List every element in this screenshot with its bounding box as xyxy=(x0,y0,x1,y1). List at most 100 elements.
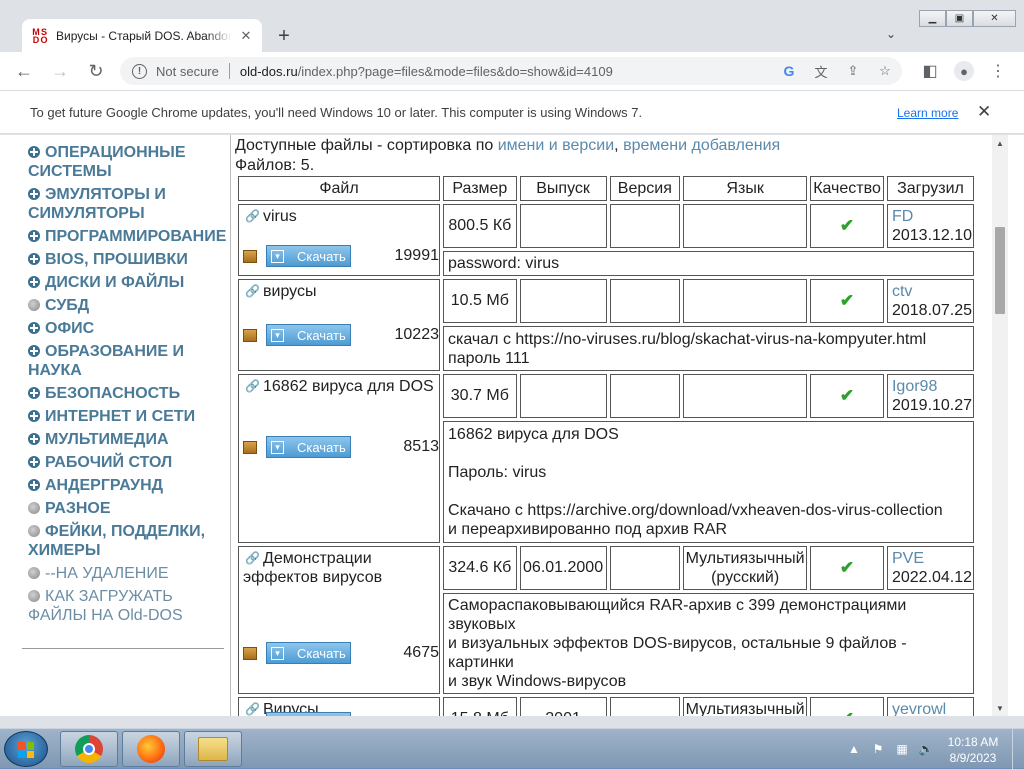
download-button[interactable]: ▾Скачать xyxy=(266,436,351,458)
sort-by-date-link[interactable]: времени добавления xyxy=(623,137,780,154)
learn-more-link[interactable]: Learn more xyxy=(897,106,958,120)
close-tab-icon[interactable]: ✕ xyxy=(238,28,254,44)
sidebar-item[interactable]: КАК ЗАГРУЖАТЬ ФАЙЛЫ НА Old-DOS xyxy=(28,587,228,625)
share-icon[interactable]: ⇪ xyxy=(844,62,862,80)
network-icon[interactable]: ▦ xyxy=(894,741,910,757)
sidebar-item[interactable]: ЭМУЛЯТОРЫ И СИМУЛЯТОРЫ xyxy=(28,185,228,223)
back-button[interactable]: ← xyxy=(12,59,36,83)
file-name[interactable]: 16862 вируса для DOS xyxy=(263,378,434,395)
size-cell: 10.5 Мб xyxy=(443,279,517,323)
description-cell: password: virus xyxy=(443,251,974,276)
profile-button[interactable]: ● xyxy=(952,59,976,83)
update-infobar: To get future Google Chrome updates, you… xyxy=(0,90,1024,134)
translate-icon[interactable]: 文 xyxy=(812,62,830,80)
link-icon: 🔗 xyxy=(245,551,260,565)
new-tab-button[interactable]: + xyxy=(273,25,295,47)
description-line: скачал с https://no-viruses.ru/blog/skac… xyxy=(448,330,927,348)
sidebar-item[interactable]: --НА УДАЛЕНИЕ xyxy=(28,564,228,583)
size-cell: 800.5 Кб xyxy=(443,204,517,248)
reload-button[interactable]: ↻ xyxy=(84,59,108,83)
upload-date: 2019.10.27 xyxy=(891,397,973,414)
start-button[interactable] xyxy=(4,731,48,767)
system-clock[interactable]: 10:18 AM 8/9/2023 xyxy=(940,734,1006,766)
download-button[interactable]: ▾Скачать xyxy=(266,642,351,664)
version-cell xyxy=(609,374,681,418)
uploader-cell: PVE 2022.04.12 xyxy=(886,546,974,590)
checkmark-icon: ✔ xyxy=(839,558,855,577)
uploader-link[interactable]: FD xyxy=(892,207,973,226)
action-center-icon[interactable]: ⚑ xyxy=(870,741,886,757)
toolbar-right: ◧ ● ⋮ xyxy=(918,59,1010,83)
sort-by-name-link[interactable]: имени и версии xyxy=(498,137,614,154)
minimize-button[interactable]: ▁ xyxy=(919,10,946,27)
sidebar-item[interactable]: ОФИС xyxy=(28,319,228,338)
folder-icon xyxy=(198,737,228,761)
download-button[interactable]: ▾Скачать xyxy=(266,245,351,267)
uploader-link[interactable]: yevrowl xyxy=(892,700,973,716)
size-cell: 30.7 Мб xyxy=(443,374,517,418)
quality-cell: ✔ xyxy=(810,697,884,716)
scroll-up-icon[interactable]: ▲ xyxy=(992,135,1008,151)
sidebar-item[interactable]: ДИСКИ И ФАЙЛЫ xyxy=(28,273,228,292)
sidebar-item[interactable]: BIOS, прошивки xyxy=(28,250,228,269)
sidebar-item[interactable]: БЕЗОПАСНОСТЬ xyxy=(28,384,228,403)
show-desktop-button[interactable] xyxy=(1012,729,1024,769)
release-cell xyxy=(519,279,607,323)
uploader-cell: FD 2013.12.10 xyxy=(886,204,974,248)
download-button[interactable]: ▾Скачать xyxy=(266,324,351,346)
bullet-dot-icon xyxy=(28,567,40,579)
sidebar-item[interactable]: ИНТЕРНЕТ И СЕТИ xyxy=(28,407,228,426)
menu-kebab-icon[interactable]: ⋮ xyxy=(986,59,1010,83)
file-name[interactable]: вирусы xyxy=(263,283,316,300)
uploader-link[interactable]: PVE xyxy=(892,549,973,568)
download-icon: ▾ xyxy=(271,249,284,263)
uploader-link[interactable]: ctv xyxy=(892,282,973,301)
description-line: и переархивированно под архив RAR xyxy=(448,521,728,538)
bookmark-star-icon[interactable]: ☆ xyxy=(876,62,894,80)
expand-plus-icon xyxy=(28,230,40,242)
side-panel-icon[interactable]: ◧ xyxy=(918,59,942,83)
download-icon: ▾ xyxy=(271,328,284,342)
close-infobar-icon[interactable]: ✕ xyxy=(977,102,991,122)
download-button[interactable]: ▾Скачать xyxy=(266,712,351,716)
address-bar[interactable]: ! Not secure old-dos.ru/index.php?page=f… xyxy=(120,57,902,85)
maximize-button[interactable]: ▣ xyxy=(946,10,973,27)
sidebar-item[interactable]: СУБД xyxy=(28,296,228,315)
sidebar-item[interactable]: ОПЕРАЦИОННЫЕ СИСТЕМЫ xyxy=(28,143,228,181)
browser-tab[interactable]: MSDO Вирусы - Старый DOS. Abandonware ✕ xyxy=(22,19,262,52)
sidebar-item[interactable]: МУЛЬТИМЕДИА xyxy=(28,430,228,449)
sidebar-item[interactable]: АНДЕРГРАУНД xyxy=(28,476,228,495)
description-line: пароль 111 xyxy=(448,349,530,367)
google-lens-icon[interactable]: G xyxy=(780,62,798,80)
file-name[interactable]: Демонстрации эффектов вирусов xyxy=(243,550,382,586)
volume-icon[interactable]: 🔈 xyxy=(918,741,934,757)
sidebar-item[interactable]: ПРОГРАММИРОВАНИЕ xyxy=(28,227,228,246)
not-secure-label[interactable]: Not secure xyxy=(156,64,219,79)
sidebar-item[interactable]: ОБРАЗОВАНИЕ И НАУКА xyxy=(28,342,228,380)
file-name[interactable]: virus xyxy=(263,208,297,225)
download-icon: ▾ xyxy=(271,646,284,660)
download-count: 8513 xyxy=(403,438,439,455)
url-text[interactable]: old-dos.ru/index.php?page=files&mode=fil… xyxy=(240,64,613,79)
warning-icon[interactable]: ! xyxy=(132,63,147,79)
uploader-link[interactable]: Igor98 xyxy=(892,377,973,396)
tab-search-icon[interactable]: ⌄ xyxy=(886,27,902,43)
link-icon: 🔗 xyxy=(245,379,260,393)
forward-button[interactable]: → xyxy=(48,59,72,83)
taskbar-chrome[interactable] xyxy=(60,731,118,767)
version-cell xyxy=(609,546,681,590)
scroll-thumb[interactable] xyxy=(995,227,1005,314)
taskbar-explorer[interactable] xyxy=(184,731,242,767)
description-line: Скачано с https://archive.org/download/v… xyxy=(448,502,943,519)
title-bar: MSDO Вирусы - Старый DOS. Abandonware ✕ … xyxy=(0,0,1024,52)
close-window-button[interactable]: ✕ xyxy=(973,10,1016,27)
tray-expand-icon[interactable]: ▲ xyxy=(846,741,862,757)
sidebar-item[interactable]: РАЗНОЕ xyxy=(28,499,228,518)
taskbar-firefox[interactable] xyxy=(122,731,180,767)
category-list: ОПЕРАЦИОННЫЕ СИСТЕМЫ ЭМУЛЯТОРЫ И СИМУЛЯТО… xyxy=(28,143,228,629)
upload-date: 2022.04.12 xyxy=(891,569,973,586)
sidebar-item[interactable]: ФЕЙКИ, ПОДДЕЛКИ, ХИМЕРЫ xyxy=(28,522,228,560)
vertical-scrollbar[interactable]: ▲ ▼ xyxy=(992,135,1008,716)
sidebar-item[interactable]: РАБОЧИЙ СТОЛ xyxy=(28,453,228,472)
scroll-down-icon[interactable]: ▼ xyxy=(992,700,1008,716)
